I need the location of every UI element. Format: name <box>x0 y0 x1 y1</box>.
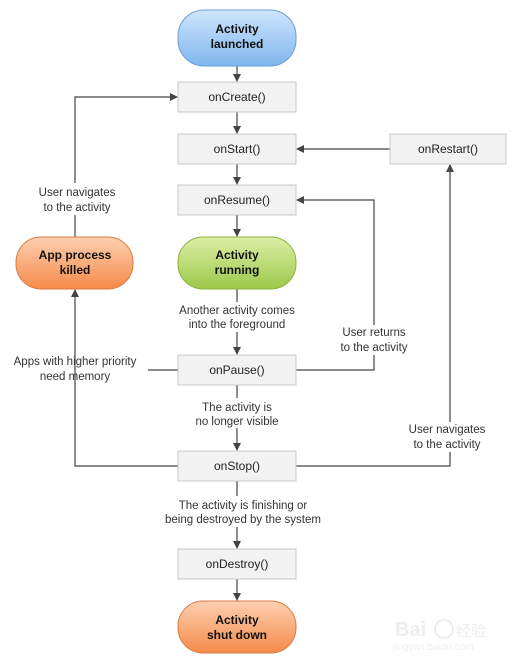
callback-onstart: onStart() <box>177 133 297 165</box>
svg-text:to the activity: to the activity <box>340 342 407 354</box>
state-label: running <box>215 263 260 277</box>
arrow-killed-oncreate <box>74 93 178 183</box>
svg-text:onResume(): onResume() <box>204 193 270 207</box>
state-label: shut down <box>207 628 267 642</box>
label-user-navigates-right: User navigates to the activity <box>409 424 486 451</box>
activity-lifecycle-diagram: Activity launched Activity running App p… <box>14 9 507 654</box>
label-user-navigates-left: User navigates to the activity <box>39 187 116 214</box>
label-no-longer-visible: The activity is no longer visible <box>195 402 278 428</box>
svg-text:onCreate(): onCreate() <box>208 90 265 104</box>
svg-text:jingyan.baidu.com: jingyan.baidu.com <box>392 642 474 653</box>
state-activity-launched: Activity launched <box>177 9 297 67</box>
arrow-returns-onresume <box>296 196 375 325</box>
label-finishing: The activity is finishing or being destr… <box>165 500 321 526</box>
svg-text:to the activity: to the activity <box>43 202 110 214</box>
callback-onstop: onStop() <box>177 450 297 482</box>
state-label: killed <box>60 263 91 277</box>
svg-text:to the activity: to the activity <box>413 439 480 451</box>
svg-text:Another activity comes: Another activity comes <box>179 305 295 317</box>
state-label: Activity <box>215 22 259 36</box>
svg-text:Apps with higher priority: Apps with higher priority <box>14 356 137 368</box>
svg-text:no longer visible: no longer visible <box>195 416 278 428</box>
svg-text:经验: 经验 <box>456 623 486 640</box>
state-app-process-killed: App process killed <box>15 236 134 290</box>
svg-text:The activity is finishing or: The activity is finishing or <box>179 500 308 512</box>
state-label: App process <box>39 248 112 262</box>
state-activity-running: Activity running <box>177 236 297 290</box>
label-user-returns: User returns to the activity <box>340 327 407 354</box>
state-activity-shut-down: Activity shut down <box>177 600 297 654</box>
state-label: Activity <box>215 248 259 262</box>
svg-text:need memory: need memory <box>40 371 111 383</box>
svg-text:being destroyed by the system: being destroyed by the system <box>165 514 321 526</box>
svg-text:onPause(): onPause() <box>209 363 264 377</box>
svg-text:User navigates: User navigates <box>39 187 116 199</box>
svg-text:onStart(): onStart() <box>214 142 261 156</box>
svg-text:User navigates: User navigates <box>409 424 486 436</box>
label-another-activity: Another activity comes into the foregrou… <box>179 305 295 331</box>
svg-text:Bai: Bai <box>395 619 426 641</box>
callback-ondestroy: onDestroy() <box>177 548 297 580</box>
svg-text:User returns: User returns <box>342 327 406 339</box>
callback-onrestart: onRestart() <box>389 133 507 165</box>
svg-text:onStop(): onStop() <box>214 459 260 473</box>
svg-text:onRestart(): onRestart() <box>418 142 478 156</box>
baidu-watermark: Bai 经验 jingyan.baidu.com <box>392 619 486 653</box>
line-onpause-returns <box>296 355 375 371</box>
callback-onpause: onPause() <box>177 354 297 386</box>
line-onstop-navigates <box>296 452 451 467</box>
callback-onresume: onResume() <box>177 184 297 216</box>
svg-text:The activity is: The activity is <box>202 402 272 414</box>
state-label: Activity <box>215 613 259 627</box>
svg-text:into the foreground: into the foreground <box>189 319 286 331</box>
state-label: launched <box>211 37 264 51</box>
svg-text:onDestroy(): onDestroy() <box>206 557 269 571</box>
callback-oncreate: onCreate() <box>177 81 297 113</box>
